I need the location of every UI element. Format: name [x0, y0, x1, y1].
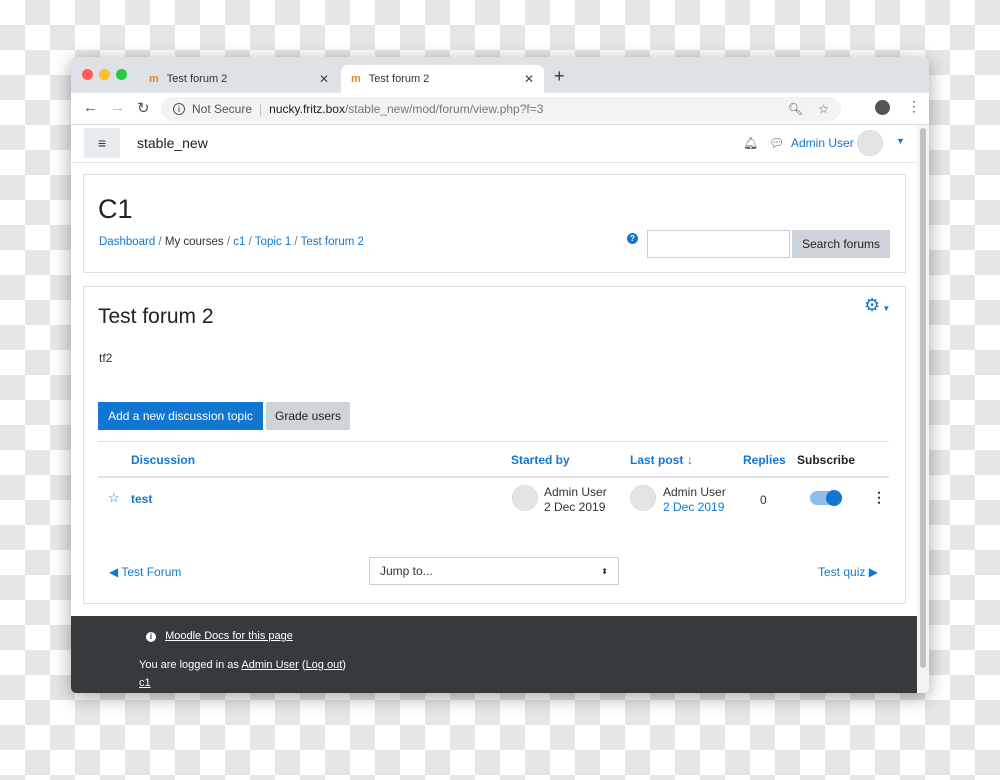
- info-icon: i: [173, 103, 185, 115]
- browser-window: m Test forum 2 ✕ m Test forum 2 ✕ + ← → …: [71, 57, 929, 693]
- forum-title: Test forum 2: [98, 305, 214, 328]
- messages-icon[interactable]: 💬︎: [769, 136, 784, 150]
- footer-course-link[interactable]: c1: [139, 677, 151, 689]
- search-forums-button[interactable]: Search forums: [792, 230, 890, 258]
- grade-users-button[interactable]: Grade users: [266, 402, 350, 430]
- last-post-date-link[interactable]: 2 Dec 2019: [663, 500, 724, 514]
- breadcrumb-dashboard[interactable]: Dashboard: [99, 236, 155, 248]
- table-header-divider: [98, 476, 889, 478]
- forum-description: tf2: [99, 351, 113, 365]
- next-activity-link[interactable]: Test quiz ▶: [818, 565, 878, 579]
- breadcrumb: Dashboard / My courses / c1 / Topic 1 / …: [99, 236, 364, 248]
- maximize-window-button[interactable]: [116, 69, 127, 80]
- next-activity-label: Test quiz: [818, 565, 866, 579]
- course-title: C1: [98, 194, 133, 224]
- browser-tab[interactable]: m Test forum 2 ✕: [139, 65, 339, 93]
- scrollbar[interactable]: [917, 125, 929, 693]
- new-tab-button[interactable]: +: [554, 66, 565, 87]
- logout-link[interactable]: Log out: [306, 659, 343, 671]
- close-tab-icon[interactable]: ✕: [524, 72, 534, 86]
- last-post-avatar: [630, 485, 656, 511]
- page-header: C1 Dashboard / My courses / c1 / Topic 1…: [83, 174, 906, 273]
- reload-icon[interactable]: ↻: [137, 99, 150, 117]
- profile-icon[interactable]: [875, 100, 890, 115]
- add-discussion-button[interactable]: Add a new discussion topic: [98, 402, 263, 430]
- select-arrows-icon: ⬍: [601, 566, 608, 576]
- user-menu-name[interactable]: Admin User: [791, 136, 854, 150]
- footer-user-link[interactable]: Admin User: [241, 659, 298, 671]
- bookmark-star-icon[interactable]: ☆: [818, 102, 829, 116]
- column-last-post[interactable]: Last post: [630, 453, 683, 467]
- browser-tab-active[interactable]: m Test forum 2 ✕: [341, 65, 544, 93]
- moodle-favicon-icon: m: [351, 73, 361, 85]
- minimize-window-button[interactable]: [99, 69, 110, 80]
- security-label: Not Secure: [192, 102, 253, 116]
- forward-icon[interactable]: →: [110, 99, 125, 116]
- column-replies[interactable]: Replies: [743, 453, 786, 467]
- started-date: 2 Dec 2019: [544, 500, 606, 514]
- navbar: ≡ stable_new 🔔︎ 💬︎ Admin User ▼: [71, 125, 917, 163]
- zoom-icon[interactable]: 🔍︎: [788, 102, 803, 116]
- back-icon[interactable]: ←: [83, 99, 98, 116]
- column-discussion[interactable]: Discussion: [131, 453, 195, 467]
- favourite-star-icon[interactable]: ☆: [108, 490, 120, 506]
- breadcrumb-forum[interactable]: Test forum 2: [301, 236, 364, 248]
- logged-in-text: You are logged in as: [139, 659, 239, 671]
- help-icon[interactable]: ?: [627, 233, 638, 244]
- breadcrumb-course[interactable]: c1: [233, 236, 245, 248]
- moodle-favicon-icon: m: [149, 73, 159, 85]
- settings-gear-icon[interactable]: ⚙ ▼: [864, 295, 890, 316]
- drawer-toggle-button[interactable]: ≡: [84, 128, 120, 158]
- close-window-button[interactable]: [82, 69, 93, 80]
- footer: i Moodle Docs for this page You are logg…: [71, 616, 917, 693]
- notifications-bell-icon[interactable]: 🔔︎: [743, 136, 758, 150]
- close-tab-icon[interactable]: ✕: [319, 72, 329, 86]
- search-forums-input[interactable]: [647, 230, 790, 258]
- docs-link-row: i Moodle Docs for this page: [146, 630, 293, 642]
- site-name[interactable]: stable_new: [137, 135, 208, 151]
- column-started-by[interactable]: Started by: [511, 453, 570, 467]
- table-top-divider: [98, 441, 889, 442]
- last-post-user: Admin User: [663, 485, 726, 499]
- discussion-link[interactable]: test: [131, 492, 152, 506]
- replies-count: 0: [760, 493, 767, 507]
- starter-name: Admin User: [544, 485, 607, 499]
- discussion-actions-menu-icon[interactable]: ⋮: [872, 489, 886, 506]
- tab-bar: m Test forum 2 ✕ m Test forum 2 ✕ +: [71, 57, 929, 93]
- column-subscribe: Subscribe: [797, 453, 856, 467]
- tab-title: Test forum 2: [368, 73, 430, 85]
- previous-arrow-icon: ◀: [109, 565, 122, 579]
- info-circle-icon: i: [146, 632, 156, 642]
- sort-desc-icon: ↓: [687, 453, 693, 467]
- user-menu-caret-icon[interactable]: ▼: [896, 136, 905, 146]
- jump-to-value: Jump to...: [380, 564, 433, 578]
- breadcrumb-my-courses: My courses: [164, 236, 224, 248]
- moodle-docs-link[interactable]: Moodle Docs for this page: [165, 630, 293, 642]
- jump-to-select[interactable]: Jump to... ⬍: [369, 557, 619, 585]
- user-avatar[interactable]: [857, 130, 883, 156]
- previous-activity-link[interactable]: ◀ Test Forum: [109, 565, 181, 579]
- url-path: /stable_new/mod/forum/view.php?f=3: [344, 102, 544, 116]
- next-arrow-icon: ▶: [865, 565, 878, 579]
- address-bar-row: ← → ↻ i Not Secure | nucky.fritz.box /st…: [71, 93, 929, 125]
- browser-menu-icon[interactable]: ⋮: [907, 98, 921, 115]
- url-host: nucky.fritz.box: [269, 102, 345, 116]
- url-input[interactable]: i Not Secure | nucky.fritz.box /stable_n…: [161, 97, 841, 121]
- tab-title: Test forum 2: [166, 73, 228, 85]
- logged-in-info: You are logged in as Admin User (Log out…: [139, 659, 346, 671]
- previous-activity-label: Test Forum: [121, 565, 182, 579]
- breadcrumb-topic[interactable]: Topic 1: [255, 236, 291, 248]
- starter-avatar: [512, 485, 538, 511]
- subscribe-toggle[interactable]: [810, 490, 842, 506]
